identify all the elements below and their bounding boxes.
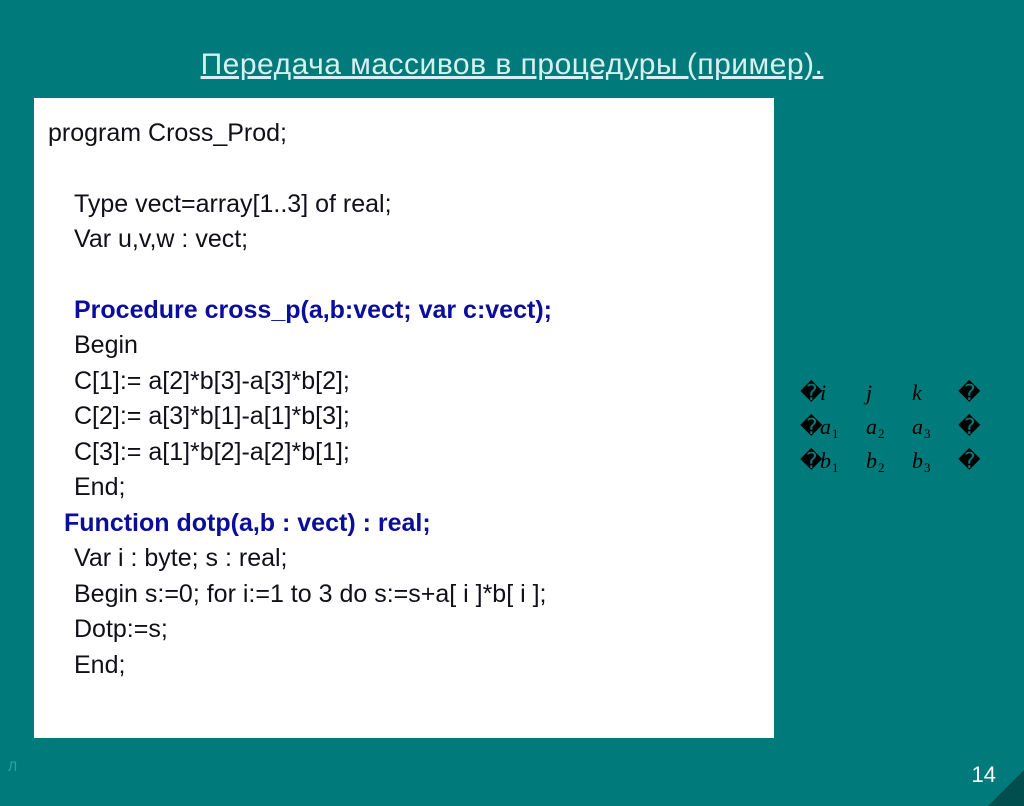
- broken-glyph: �: [958, 414, 978, 440]
- edge-marker: Л: [8, 758, 17, 774]
- matrix-cell: b2: [866, 448, 912, 474]
- code-line: End;: [48, 470, 760, 506]
- matrix-cell: j: [866, 380, 912, 406]
- matrix-cell: b1: [820, 448, 866, 474]
- code-line: C[1]:= a[2]*b[3]-a[3]*b[2];: [48, 364, 760, 400]
- broken-glyph: �: [800, 380, 820, 406]
- code-line: End;: [48, 648, 760, 684]
- matrix-cell: a3: [912, 414, 958, 440]
- code-line: Var u,v,w : vect;: [48, 222, 760, 258]
- code-line: program Cross_Prod;: [48, 116, 760, 152]
- code-line: Begin s:=0; for i:=1 to 3 do s:=s+a[ i ]…: [48, 577, 760, 613]
- broken-glyph: �: [800, 448, 820, 474]
- matrix-cell: a2: [866, 414, 912, 440]
- slide-title: Передача массивов в процедуры (пример).: [0, 0, 1024, 82]
- code-line: Begin: [48, 328, 760, 364]
- code-line: C[3]:= a[1]*b[2]-a[2]*b[1];: [48, 435, 760, 471]
- code-line-procedure: Procedure cross_p(a,b:vect; var c:vect);: [48, 293, 760, 329]
- corner-fold-icon: [988, 770, 1024, 806]
- matrix-cell: b3: [912, 448, 958, 474]
- code-line: Var i : byte; s : real;: [48, 541, 760, 577]
- broken-glyph: �: [958, 448, 978, 474]
- broken-glyph: �: [958, 380, 978, 406]
- matrix-row: � b1 b2 b3 �: [800, 448, 978, 482]
- code-block: program Cross_Prod; Type vect=array[1..3…: [34, 98, 774, 738]
- code-line-function: Function dotp(a,b : vect) : real;: [48, 506, 760, 542]
- matrix-cell: k: [912, 380, 958, 406]
- code-line: Dotp:=s;: [48, 612, 760, 648]
- determinant-matrix: � i j k � � a1 a2 a3 � � b1 b2 b3 �: [800, 380, 978, 482]
- matrix-cell: a1: [820, 414, 866, 440]
- code-line: Type vect=array[1..3] of real;: [48, 187, 760, 223]
- blank-line: [48, 258, 760, 293]
- broken-glyph: �: [800, 414, 820, 440]
- blank-line: [48, 152, 760, 187]
- matrix-row: � i j k �: [800, 380, 978, 414]
- matrix-cell: i: [820, 380, 866, 406]
- code-line: C[2]:= a[3]*b[1]-a[1]*b[3];: [48, 399, 760, 435]
- matrix-row: � a1 a2 a3 �: [800, 414, 978, 448]
